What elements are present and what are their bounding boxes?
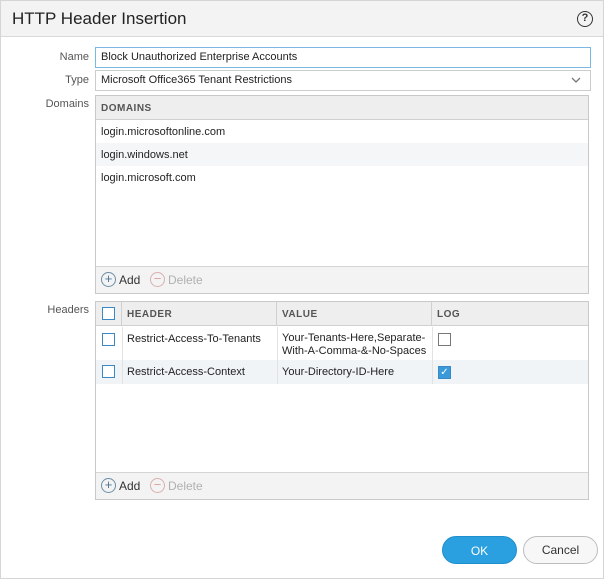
log-column-header[interactable]: LOG	[432, 302, 588, 326]
headers-label: Headers	[47, 304, 89, 316]
type-select[interactable]: Microsoft Office365 Tenant Restrictions	[95, 70, 591, 91]
column-divider	[432, 327, 433, 384]
log-checkbox[interactable]	[438, 333, 451, 346]
domain-row[interactable]: login.microsoft.com	[96, 166, 588, 189]
header-name-cell: Restrict-Access-Context	[127, 366, 245, 378]
column-divider	[122, 327, 123, 384]
domains-delete-label: Delete	[168, 272, 203, 287]
minus-icon: −	[150, 478, 165, 493]
type-label: Type	[65, 74, 89, 86]
chevron-down-icon	[571, 77, 581, 83]
domains-add-button[interactable]: + Add	[101, 272, 140, 287]
domains-toolbar: + Add − Delete	[96, 266, 588, 293]
log-checkbox-checked[interactable]: ✓	[438, 366, 451, 379]
name-label: Name	[59, 51, 89, 63]
type-select-value: Microsoft Office365 Tenant Restrictions	[101, 74, 292, 86]
header-row[interactable]: Restrict-Access-Context Your-Directory-I…	[96, 360, 588, 384]
ok-button[interactable]: OK	[442, 536, 517, 564]
help-icon[interactable]: ?	[577, 11, 593, 27]
column-divider	[277, 327, 278, 384]
domains-label: Domains	[45, 98, 89, 110]
domain-row[interactable]: login.windows.net	[96, 143, 588, 166]
headers-add-button[interactable]: + Add	[101, 478, 140, 493]
domains-table: DOMAINS login.microsoftonline.com login.…	[95, 95, 589, 294]
headers-add-label: Add	[119, 478, 141, 493]
select-all-cell	[96, 302, 122, 326]
header-value-line2: With-A-Comma-&-No-Spaces	[282, 345, 427, 357]
row-select-checkbox[interactable]	[102, 333, 115, 346]
minus-icon: −	[150, 272, 165, 287]
select-all-checkbox[interactable]	[102, 307, 115, 320]
plus-icon: +	[101, 272, 116, 287]
domains-add-label: Add	[119, 272, 141, 287]
dialog-title: HTTP Header Insertion	[12, 9, 187, 28]
plus-icon: +	[101, 478, 116, 493]
domains-delete-button[interactable]: − Delete	[150, 272, 203, 287]
value-column-header[interactable]: VALUE	[277, 302, 432, 326]
header-value-cell: Your-Directory-ID-Here	[282, 366, 395, 378]
headers-toolbar: + Add − Delete	[96, 472, 588, 499]
cancel-button[interactable]: Cancel	[523, 536, 598, 564]
header-row[interactable]: Restrict-Access-To-Tenants Your-Tenants-…	[96, 327, 588, 360]
http-header-insertion-dialog: HTTP Header Insertion ? Name Block Unaut…	[0, 0, 604, 579]
headers-table: HEADER VALUE LOG Restrict-Access-To-Tena…	[95, 301, 589, 500]
headers-delete-label: Delete	[168, 478, 203, 493]
headers-column-header-row: HEADER VALUE LOG	[96, 302, 588, 326]
header-name-cell: Restrict-Access-To-Tenants	[127, 333, 261, 345]
row-select-checkbox[interactable]	[102, 365, 115, 378]
headers-delete-button[interactable]: − Delete	[150, 478, 203, 493]
domain-row[interactable]: login.microsoftonline.com	[96, 120, 588, 143]
name-input[interactable]: Block Unauthorized Enterprise Accounts	[95, 47, 591, 68]
dialog-titlebar: HTTP Header Insertion ?	[1, 1, 603, 37]
header-column-header[interactable]: HEADER	[122, 302, 277, 326]
domains-column-header[interactable]: DOMAINS	[96, 96, 588, 120]
header-value-line1: Your-Tenants-Here,Separate-	[282, 332, 426, 344]
